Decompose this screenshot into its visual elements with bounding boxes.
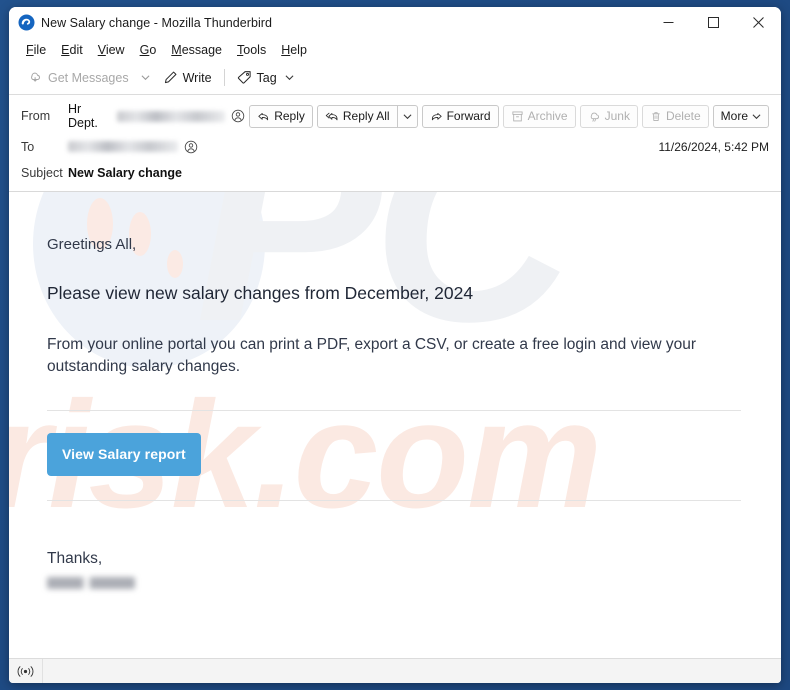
menu-go-accesskey: G bbox=[139, 42, 150, 57]
write-button[interactable]: Write bbox=[156, 65, 219, 90]
reply-icon bbox=[258, 112, 269, 120]
menu-file-accesskey: F bbox=[26, 42, 34, 57]
close-button[interactable] bbox=[736, 7, 781, 38]
status-bar bbox=[9, 658, 781, 683]
to-row: To 11/26/2024, 5:42 PM bbox=[21, 136, 769, 157]
email-paragraph: From your online portal you can print a … bbox=[47, 336, 697, 376]
junk-label: Junk bbox=[604, 109, 630, 123]
subject-row: Subject New Salary change bbox=[21, 162, 769, 183]
tag-icon bbox=[237, 71, 251, 84]
trash-icon bbox=[652, 111, 660, 121]
desktop-background: New Salary change - Mozilla Thunderbird … bbox=[0, 0, 790, 690]
junk-icon bbox=[590, 112, 599, 122]
reply-all-dropdown[interactable] bbox=[397, 104, 418, 128]
get-messages-dropdown[interactable] bbox=[136, 65, 156, 90]
menu-go[interactable]: Go bbox=[133, 42, 165, 58]
menu-tools[interactable]: Tools bbox=[230, 42, 274, 58]
get-messages-button[interactable]: Get Messages bbox=[21, 65, 136, 90]
from-row: From Hr Dept. Reply Reply All Forward Ar… bbox=[21, 102, 769, 130]
maximize-button[interactable] bbox=[691, 7, 736, 38]
tag-label: Tag bbox=[256, 70, 277, 85]
message-body: PC risk.com Greetings All, Please view n… bbox=[9, 192, 781, 658]
window-title: New Salary change - Mozilla Thunderbird bbox=[41, 15, 272, 30]
menu-file[interactable]: File bbox=[19, 42, 54, 58]
write-label: Write bbox=[182, 70, 212, 85]
forward-label: Forward bbox=[446, 109, 491, 123]
archive-label: Archive bbox=[527, 109, 568, 123]
chevron-down-icon bbox=[285, 75, 294, 81]
menu-message[interactable]: Message bbox=[164, 42, 230, 58]
from-address-redacted bbox=[116, 110, 226, 122]
from-value[interactable]: Hr Dept. bbox=[68, 102, 245, 130]
more-button[interactable]: More bbox=[712, 104, 769, 128]
contact-icon[interactable] bbox=[184, 140, 198, 154]
to-address-redacted bbox=[68, 141, 178, 152]
reply-button[interactable]: Reply bbox=[249, 104, 313, 128]
email-content: Greetings All, Please view new salary ch… bbox=[9, 192, 781, 589]
thunderbird-window: New Salary change - Mozilla Thunderbird … bbox=[9, 7, 781, 683]
delete-button[interactable]: Delete bbox=[641, 104, 709, 128]
divider-bottom bbox=[47, 499, 741, 501]
reply-label: Reply bbox=[274, 109, 305, 123]
reply-all-icon bbox=[325, 112, 338, 120]
to-value[interactable] bbox=[68, 140, 198, 154]
email-signature-redacted bbox=[47, 576, 135, 589]
menu-help[interactable]: Help bbox=[274, 42, 315, 58]
forward-button[interactable]: Forward bbox=[421, 104, 499, 128]
email-headline: Please view new salary changes from Dece… bbox=[47, 283, 474, 303]
archive-button[interactable]: Archive bbox=[502, 104, 576, 128]
chevron-down-icon bbox=[403, 113, 412, 119]
broadcast-icon bbox=[17, 665, 34, 677]
forward-icon bbox=[431, 112, 442, 120]
message-action-buttons: Reply Reply All Forward Archive Junk Del… bbox=[245, 104, 769, 128]
reply-all-label: Reply All bbox=[342, 109, 390, 123]
main-toolbar: Get Messages Write Tag bbox=[9, 61, 781, 95]
menu-view-accesskey: V bbox=[97, 42, 106, 57]
pencil-icon bbox=[164, 71, 177, 84]
reply-all-button[interactable]: Reply All bbox=[316, 104, 398, 128]
menu-edit-accesskey: E bbox=[61, 42, 70, 57]
archive-icon bbox=[512, 111, 523, 121]
menu-help-accesskey: H bbox=[281, 42, 291, 57]
to-label: To bbox=[21, 139, 35, 154]
email-closing: Thanks, bbox=[47, 549, 103, 567]
menu-tools-label: ools bbox=[243, 42, 267, 57]
reply-all-group: Reply All bbox=[316, 104, 418, 128]
menu-message-accesskey: M bbox=[171, 42, 182, 57]
subject-value: New Salary change bbox=[68, 165, 182, 180]
menu-view-label: iew bbox=[105, 42, 125, 57]
toolbar-separator bbox=[223, 69, 225, 86]
thunderbird-icon bbox=[18, 14, 35, 31]
view-salary-report-button[interactable]: View Salary report bbox=[47, 432, 201, 476]
contact-icon[interactable] bbox=[231, 109, 245, 123]
menu-message-label: essage bbox=[181, 42, 223, 57]
from-display-name: Hr Dept. bbox=[68, 102, 98, 130]
junk-button[interactable]: Junk bbox=[579, 104, 638, 128]
chevron-down-icon bbox=[752, 113, 761, 119]
menu-edit-label: dit bbox=[69, 42, 83, 57]
window-controls bbox=[646, 7, 781, 38]
minimize-button[interactable] bbox=[646, 7, 691, 38]
menu-file-label: ile bbox=[33, 42, 47, 57]
message-date: 11/26/2024, 5:42 PM bbox=[658, 139, 769, 154]
delete-label: Delete bbox=[665, 109, 701, 123]
menu-view[interactable]: View bbox=[91, 42, 133, 58]
subject-label: Subject bbox=[21, 165, 63, 180]
cta-container: View Salary report bbox=[47, 411, 741, 500]
chevron-down-icon bbox=[141, 75, 150, 81]
from-label: From bbox=[21, 109, 51, 123]
get-messages-icon bbox=[31, 72, 40, 82]
more-label: More bbox=[720, 109, 748, 123]
menu-go-label: o bbox=[149, 42, 157, 57]
get-messages-label: Get Messages bbox=[48, 70, 129, 85]
menu-edit[interactable]: Edit bbox=[54, 42, 91, 58]
menu-help-label: elp bbox=[290, 42, 307, 57]
tag-button[interactable]: Tag bbox=[230, 65, 301, 90]
status-icon-cell[interactable] bbox=[9, 658, 43, 683]
title-bar: New Salary change - Mozilla Thunderbird bbox=[9, 7, 781, 38]
email-greeting: Greetings All, bbox=[47, 236, 137, 253]
message-header: From Hr Dept. Reply Reply All Forward Ar… bbox=[9, 95, 781, 192]
menu-bar: File Edit View Go Message Tools Help bbox=[9, 38, 781, 61]
